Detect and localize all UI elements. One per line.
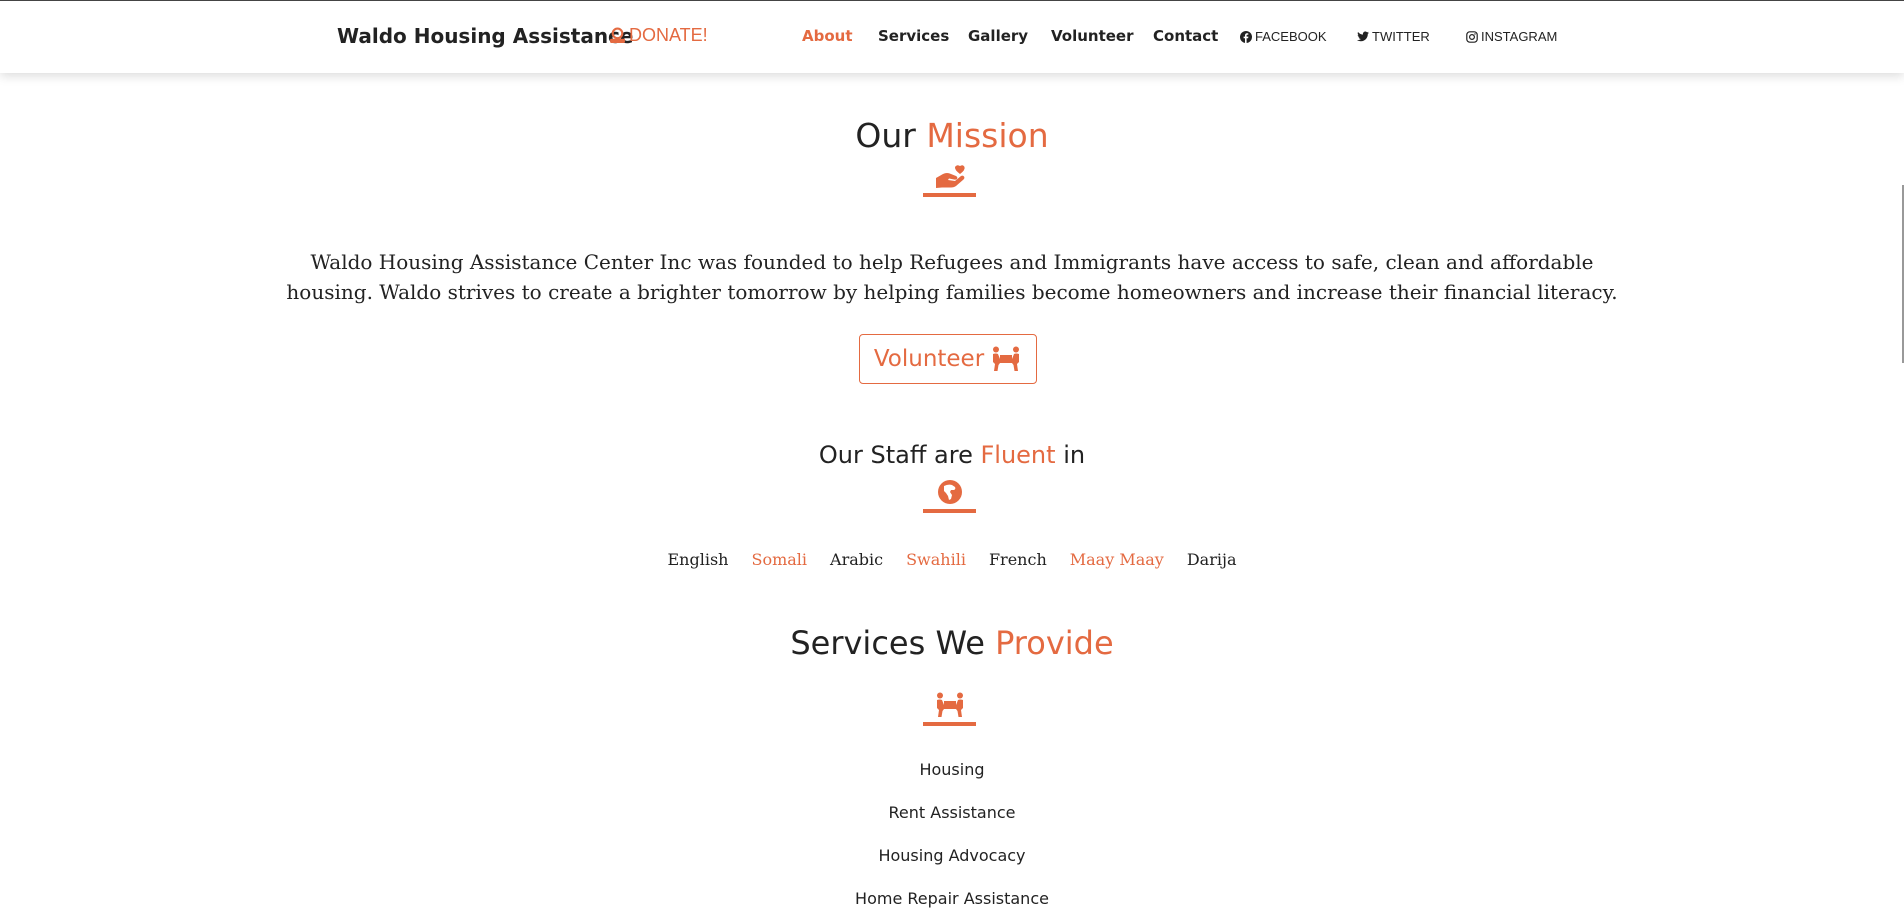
mission-description: Waldo Housing Assistance Center Inc was … [286,250,1618,304]
nav-item-about[interactable]: About [802,27,853,45]
mission-title: Our Mission [0,116,1904,155]
nav-item-contact[interactable]: Contact [1153,27,1218,45]
languages-title: Our Staff are Fluent in [0,441,1904,469]
service-item: Housing [919,760,985,779]
language-item: Swahili [906,550,966,569]
social-facebook-label: FACEBOOK [1255,29,1327,44]
services-icon-block [922,692,977,726]
people-carry-icon [936,692,963,717]
language-item: Somali [751,550,808,569]
volunteer-button-label: Volunteer [873,346,985,372]
facebook-icon [1240,30,1252,43]
services-title-accent: Provide [995,624,1114,662]
mission-title-plain: Our [855,116,916,155]
mission-divider [923,193,976,197]
language-item: French [988,550,1047,569]
nav-item-gallery[interactable]: Gallery [968,27,1028,45]
language-item: English [667,550,729,569]
volunteer-button[interactable]: Volunteer [859,334,1037,384]
people-carry-icon [993,346,1020,371]
services-title-plain: Services We [790,624,985,662]
twitter-icon [1357,31,1369,42]
language-list: English Somali Arabic Swahili French Maa… [0,550,1904,569]
social-instagram-label: INSTAGRAM [1481,29,1558,44]
social-facebook-link[interactable]: FACEBOOK [1240,29,1327,44]
service-item: Housing Advocacy [878,846,1026,865]
nav-item-services[interactable]: Services [878,27,949,45]
nav-item-volunteer[interactable]: Volunteer [1051,27,1134,45]
languages-title-after: in [1063,441,1086,469]
language-item: Arabic [830,550,884,569]
service-item: Rent Assistance [888,803,1016,822]
instagram-icon [1466,30,1478,43]
hand-holding-heart-icon [935,165,965,188]
services-list: Housing Rent Assistance Housing Advocacy… [0,748,1904,920]
languages-divider [923,509,976,513]
language-item: Maay Maay [1069,550,1164,569]
social-instagram-link[interactable]: INSTAGRAM [1466,29,1557,44]
language-item: Darija [1186,550,1237,569]
globe-africa-icon [937,480,962,504]
languages-title-before: Our Staff are [818,441,973,469]
social-twitter-link[interactable]: TWITTER [1357,29,1430,44]
mission-title-accent: Mission [926,116,1049,155]
languages-title-accent: Fluent [980,441,1056,469]
site-header: Waldo Housing Assistance DONATE! About S… [0,0,1904,73]
services-divider [923,722,976,726]
mission-icon-block [922,164,977,197]
service-item: Home Repair Assistance [855,889,1049,908]
social-twitter-label: TWITTER [1372,29,1430,44]
main-nav: About Services Gallery Volunteer Contact… [0,27,1904,49]
languages-icon-block [922,479,977,513]
services-title: Services We Provide [0,624,1904,662]
